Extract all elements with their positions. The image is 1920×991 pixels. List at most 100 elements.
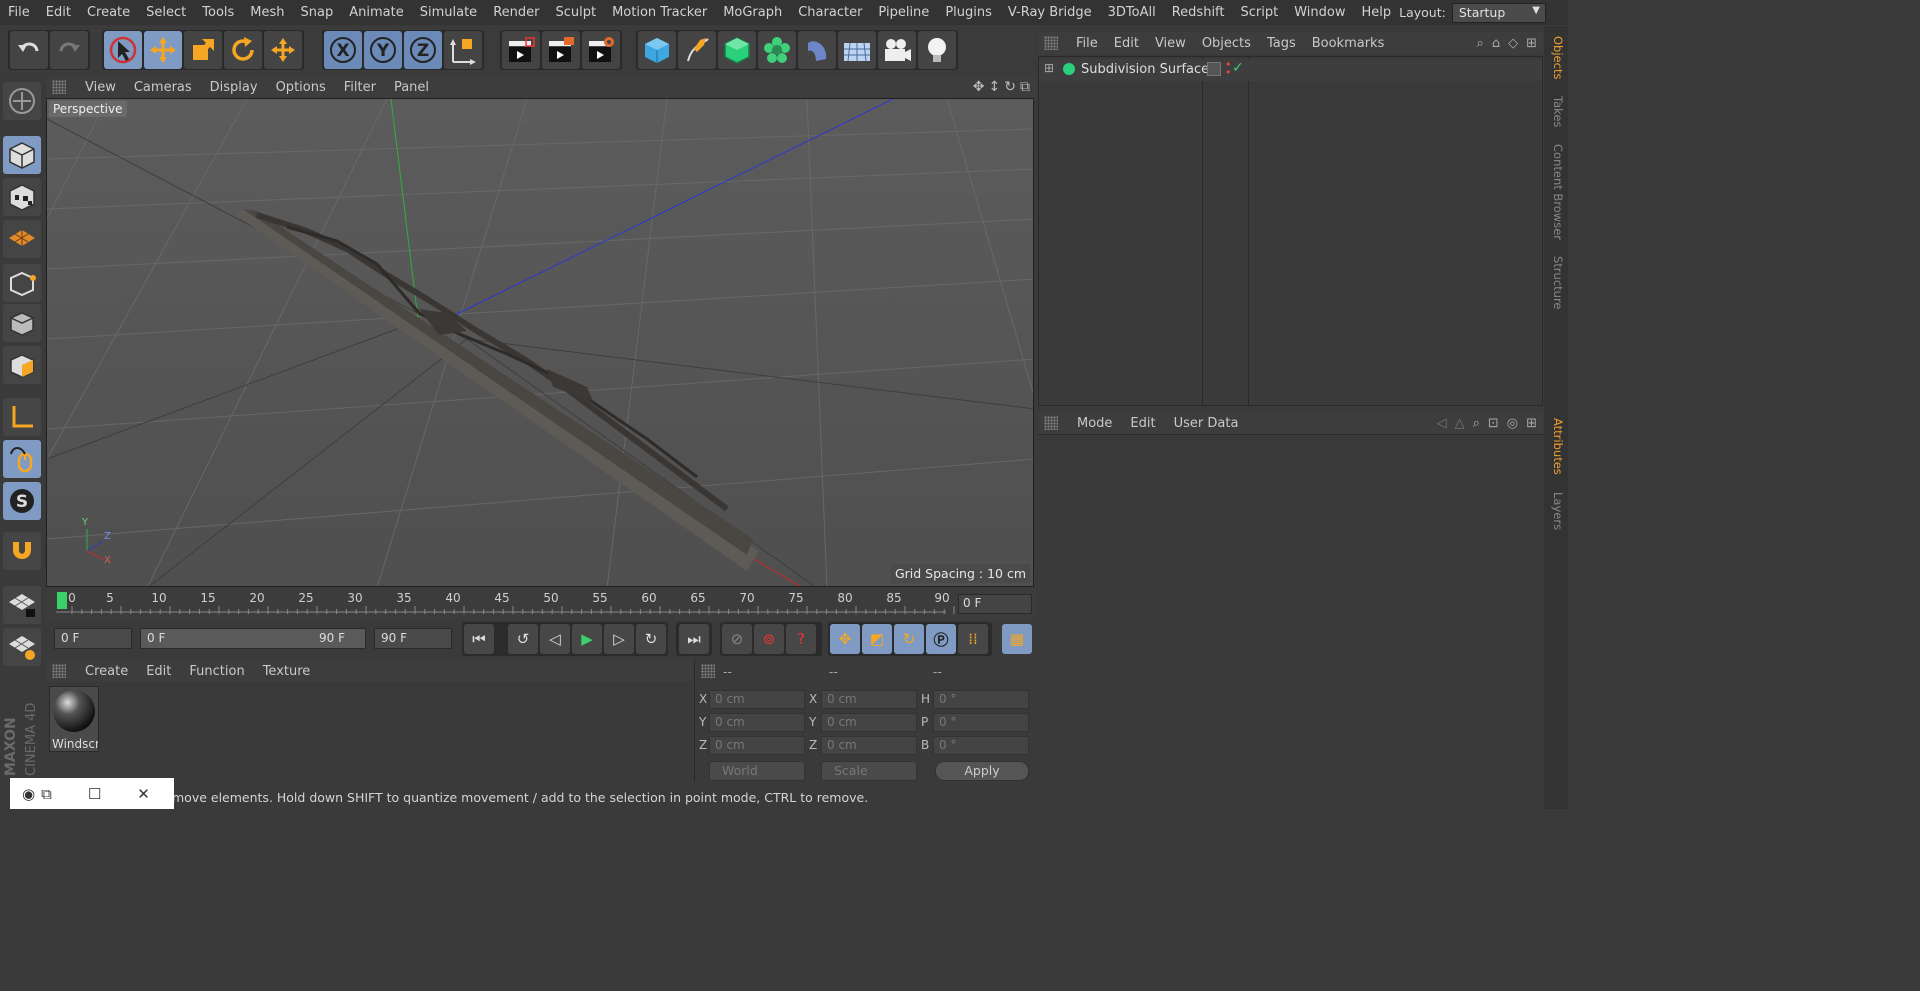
dolly-icon[interactable]: ↕: [989, 79, 1001, 95]
go-to-end-button[interactable]: ⏭: [679, 624, 709, 654]
viewport-menu-options[interactable]: Options: [267, 80, 335, 95]
viewport-menu-display[interactable]: Display: [201, 80, 267, 95]
previous-frame-button[interactable]: ◁: [540, 624, 570, 654]
next-frame-button[interactable]: ▷: [604, 624, 634, 654]
cube-button[interactable]: [638, 31, 676, 69]
size-z-field[interactable]: 0 cm: [821, 736, 917, 755]
menu-help[interactable]: Help: [1354, 5, 1400, 20]
position-z-field[interactable]: 0 cm: [709, 736, 805, 755]
move-tool-button[interactable]: [144, 31, 182, 69]
objects-menu-view[interactable]: View: [1147, 36, 1194, 51]
object-name[interactable]: Subdivision Surface: [1081, 62, 1209, 77]
floor-button[interactable]: [838, 31, 876, 69]
material-menu-texture[interactable]: Texture: [254, 664, 320, 679]
end-frame-field[interactable]: 90 F: [374, 628, 452, 649]
x-axis-button[interactable]: X: [324, 31, 362, 69]
go-to-start-button[interactable]: ⏮: [464, 624, 494, 654]
material-swatch[interactable]: Windscr: [49, 686, 99, 752]
viewport-menu-filter[interactable]: Filter: [335, 80, 385, 95]
viewport-menu-view[interactable]: View: [76, 80, 125, 95]
render-to-picture-viewer-button[interactable]: [542, 31, 580, 69]
scale-tool-button[interactable]: [184, 31, 222, 69]
tab-takes[interactable]: Takes: [1547, 96, 1565, 128]
grip-handle-icon[interactable]: [52, 80, 66, 94]
attributes-menu-mode[interactable]: Mode: [1068, 416, 1121, 431]
maximize-view-icon[interactable]: ⧉: [1020, 79, 1030, 95]
point-level-key-button[interactable]: ⁞⁞: [958, 624, 988, 654]
start-frame-field[interactable]: 0 F: [54, 628, 132, 649]
back-icon[interactable]: ◇: [1508, 36, 1518, 51]
objects-menu-edit[interactable]: Edit: [1106, 36, 1147, 51]
menu-file[interactable]: File: [0, 5, 38, 20]
search-icon[interactable]: ⌕: [1473, 416, 1480, 431]
redo-button[interactable]: [50, 31, 88, 69]
tab-attributes[interactable]: Attributes: [1547, 418, 1565, 475]
menu-select[interactable]: Select: [138, 5, 194, 20]
deformer-button[interactable]: [798, 31, 836, 69]
position-key-button[interactable]: ✥: [830, 624, 860, 654]
grip-handle-icon[interactable]: [52, 664, 66, 678]
menu-motion-tracker[interactable]: Motion Tracker: [604, 5, 715, 20]
menu-redshift[interactable]: Redshift: [1164, 5, 1233, 20]
size-mode-select[interactable]: Scale: [821, 761, 917, 781]
points-mode-button[interactable]: [3, 264, 41, 302]
keyframe-selection-button[interactable]: ?: [786, 624, 816, 654]
new-panel-icon[interactable]: ⊞: [1526, 416, 1537, 431]
position-y-field[interactable]: 0 cm: [709, 713, 805, 732]
menu-3dtoall[interactable]: 3DToAll: [1100, 5, 1164, 20]
menu-window[interactable]: Window: [1286, 5, 1353, 20]
parameter-key-button[interactable]: Ⓟ: [926, 624, 956, 654]
planar-workplane-button[interactable]: [3, 628, 41, 666]
up-arrow-icon[interactable]: △: [1455, 416, 1465, 431]
home-icon[interactable]: ⌂: [1492, 36, 1500, 51]
material-menu-edit[interactable]: Edit: [137, 664, 180, 679]
subdivision-surface-button[interactable]: [718, 31, 756, 69]
objects-menu-file[interactable]: File: [1068, 36, 1106, 51]
grip-handle-icon[interactable]: [1044, 36, 1058, 50]
light-button[interactable]: [918, 31, 956, 69]
menu-snap[interactable]: Snap: [293, 5, 342, 20]
recent-tool-button[interactable]: [264, 31, 302, 69]
previous-key-button[interactable]: ↺: [508, 624, 538, 654]
autokey-button[interactable]: ⊚: [754, 624, 784, 654]
grip-handle-icon[interactable]: [701, 664, 715, 678]
coordinate-mode-select[interactable]: World: [709, 761, 805, 781]
timeline-window-button[interactable]: ▦: [1002, 624, 1032, 654]
menu-plugins[interactable]: Plugins: [937, 5, 1000, 20]
close-window-icon[interactable]: ✕: [137, 785, 150, 803]
menu-tools[interactable]: Tools: [194, 5, 242, 20]
menu-create[interactable]: Create: [79, 5, 138, 20]
viewport-menu-cameras[interactable]: Cameras: [125, 80, 201, 95]
next-key-button[interactable]: ↻: [636, 624, 666, 654]
workplane-mode-button[interactable]: [3, 220, 41, 258]
make-editable-button[interactable]: [3, 82, 41, 120]
grip-handle-icon[interactable]: [1044, 416, 1058, 430]
model-mode-button[interactable]: [3, 136, 41, 174]
edges-mode-button[interactable]: [3, 304, 41, 342]
viewport-menu-panel[interactable]: Panel: [385, 80, 438, 95]
menu-script[interactable]: Script: [1233, 5, 1287, 20]
apply-button[interactable]: Apply: [935, 761, 1029, 781]
menu-simulate[interactable]: Simulate: [412, 5, 485, 20]
orbit-icon[interactable]: ↻: [1004, 79, 1016, 95]
tab-content-browser[interactable]: Content Browser: [1547, 144, 1565, 240]
expand-plus-icon[interactable]: ⊞: [1044, 61, 1054, 75]
rotate-tool-button[interactable]: [224, 31, 262, 69]
render-view-button[interactable]: [502, 31, 540, 69]
coordinate-system-button[interactable]: [444, 31, 482, 69]
tab-layers[interactable]: Layers: [1547, 492, 1565, 530]
visibility-dots-icon[interactable]: • •: [1225, 59, 1232, 78]
search-icon[interactable]: ⌕: [1477, 36, 1484, 51]
scale-key-button[interactable]: ◩: [862, 624, 892, 654]
layout-select[interactable]: Startup ▼: [1451, 2, 1546, 23]
live-selection-button[interactable]: [104, 31, 142, 69]
object-row[interactable]: ⊞ Subdivision Surface • • ✓: [1039, 59, 1542, 81]
size-x-field[interactable]: 0 cm: [821, 690, 917, 709]
menu-edit[interactable]: Edit: [38, 5, 79, 20]
attributes-menu-user-data[interactable]: User Data: [1165, 416, 1248, 431]
perspective-viewport[interactable]: Perspective Grid Spacing : 10 cm Y Z X: [46, 98, 1034, 587]
undo-button[interactable]: [10, 31, 48, 69]
menu-character[interactable]: Character: [790, 5, 870, 20]
menu-sculpt[interactable]: Sculpt: [547, 5, 604, 20]
position-x-field[interactable]: 0 cm: [709, 690, 805, 709]
